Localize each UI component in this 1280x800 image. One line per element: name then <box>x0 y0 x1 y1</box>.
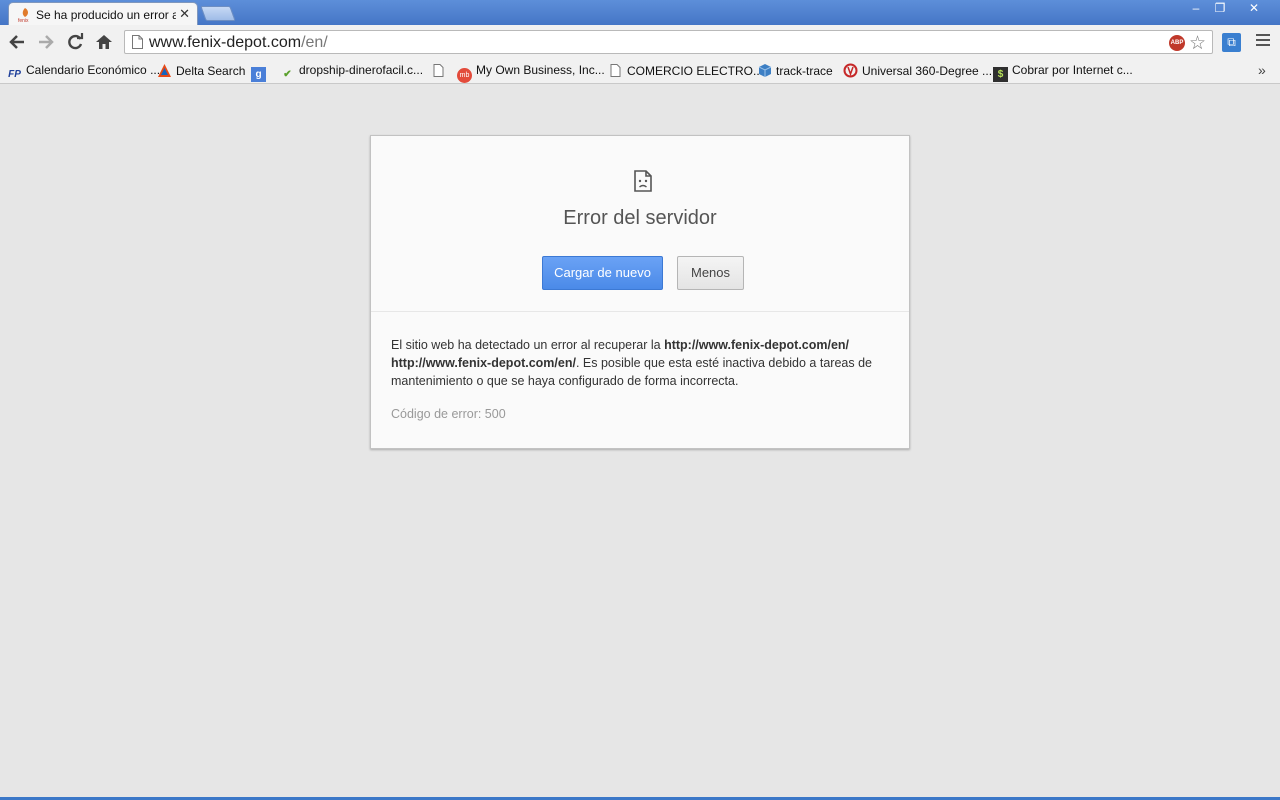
bookmarks-bar: FP Calendario Económico ... Delta Search … <box>0 59 1280 84</box>
bookmark-label: Delta Search <box>176 64 246 78</box>
tab-title: Se ha producido un error al c <box>36 8 176 22</box>
box-icon <box>758 64 772 77</box>
back-arrow-icon <box>9 35 24 49</box>
bookmark-label: Cobrar por Internet c... <box>1012 63 1133 77</box>
bookmark-label: COMERCIO ELECTRO... <box>627 64 764 78</box>
close-window-button[interactable]: ✕ <box>1232 0 1276 18</box>
google-icon: g <box>251 67 266 82</box>
url-path: /en/ <box>301 34 328 51</box>
sad-page-icon <box>634 170 652 192</box>
details-prefix: El sitio web ha detectado un error al re… <box>391 338 665 352</box>
reload-page-button[interactable]: Cargar de nuevo <box>542 256 663 290</box>
close-icon: ✕ <box>1248 1 1260 15</box>
bookmark-cobrar[interactable]: $ Cobrar por Internet c... <box>993 63 1133 82</box>
bookmark-my-own-business[interactable]: mb My Own Business, Inc... <box>457 63 605 83</box>
url-text: www.fenix-depot.com/en/ <box>149 34 328 52</box>
error-details: El sitio web ha detectado un error al re… <box>391 336 891 390</box>
back-button[interactable] <box>6 31 28 53</box>
universal-icon <box>843 63 858 78</box>
minimize-button[interactable]: – <box>1184 0 1208 18</box>
browser-toolbar: www.fenix-depot.com/en/ ABP ☆ ⧉ <box>0 25 1280 59</box>
address-bar[interactable]: www.fenix-depot.com/en/ ABP ☆ <box>124 30 1213 54</box>
new-tab-button[interactable] <box>200 6 236 21</box>
browser-tab[interactable]: fenix Se ha producido un error al c ✕ <box>8 2 198 25</box>
details-url-repeat: http://www.fenix-depot.com/en/ <box>391 356 576 370</box>
bookmarks-overflow-chevron-icon[interactable]: » <box>1258 62 1266 78</box>
svg-text:fenix: fenix <box>18 18 29 23</box>
url-host: www.fenix-depot.com <box>149 34 302 51</box>
home-button[interactable] <box>93 31 115 53</box>
dollar-icon: $ <box>993 67 1008 82</box>
error-title: Error del servidor <box>563 207 717 229</box>
home-icon <box>96 35 112 49</box>
reload-button[interactable] <box>64 31 86 53</box>
bookmark-dropship[interactable]: ✔ dropship-dinerofacil.c... <box>280 63 423 81</box>
minimize-icon: – <box>1192 1 1200 15</box>
tab-close-icon[interactable]: ✕ <box>179 6 190 22</box>
restore-icon: ❐ <box>1214 1 1226 15</box>
checkmark-icon: ✔ <box>283 69 292 80</box>
error-card: Error del servidor Cargar de nuevo Menos… <box>370 135 910 449</box>
delta-icon <box>158 64 171 77</box>
bookmark-universal[interactable]: Universal 360-Degree ... <box>843 63 992 81</box>
adblock-icon[interactable]: ABP <box>1169 35 1185 51</box>
bookmark-star-icon[interactable]: ☆ <box>1189 32 1206 55</box>
forward-arrow-icon <box>39 35 54 49</box>
bookmark-calendario[interactable]: FP Calendario Económico ... <box>7 63 160 81</box>
fenix-favicon-icon: fenix <box>18 8 29 23</box>
less-details-button[interactable]: Menos <box>677 256 744 290</box>
bookmark-untitled[interactable] <box>431 63 450 81</box>
bookmark-delta-search[interactable]: Delta Search <box>157 63 245 81</box>
chrome-menu-icon[interactable] <box>1256 34 1270 49</box>
error-code: Código de error: 500 <box>391 407 506 421</box>
page-icon <box>433 64 444 77</box>
bookmark-label: My Own Business, Inc... <box>476 63 605 77</box>
fp-logo-icon: FP <box>8 69 21 80</box>
title-bar: fenix Se ha producido un error al c ✕ – … <box>0 0 1280 25</box>
bookmark-google[interactable]: g <box>251 63 270 82</box>
bookmark-label: track-trace <box>776 64 833 78</box>
extension-icon[interactable]: ⧉ <box>1222 33 1241 52</box>
reload-icon <box>68 33 84 50</box>
mob-icon: mb <box>457 68 472 83</box>
page-icon <box>132 35 143 49</box>
page-icon <box>610 64 621 77</box>
bookmark-label: Universal 360-Degree ... <box>862 64 993 78</box>
forward-button[interactable] <box>35 31 57 53</box>
error-card-header: Error del servidor Cargar de nuevo Menos <box>371 136 909 312</box>
details-url: http://www.fenix-depot.com/en/ <box>664 338 850 352</box>
bookmark-label: Calendario Económico ... <box>26 63 161 77</box>
bookmark-track-trace[interactable]: track-trace <box>757 63 833 81</box>
bookmark-comercio[interactable]: COMERCIO ELECTRO... <box>608 63 763 81</box>
bookmark-label: dropship-dinerofacil.c... <box>299 63 424 77</box>
maximize-button[interactable]: ❐ <box>1208 0 1232 18</box>
